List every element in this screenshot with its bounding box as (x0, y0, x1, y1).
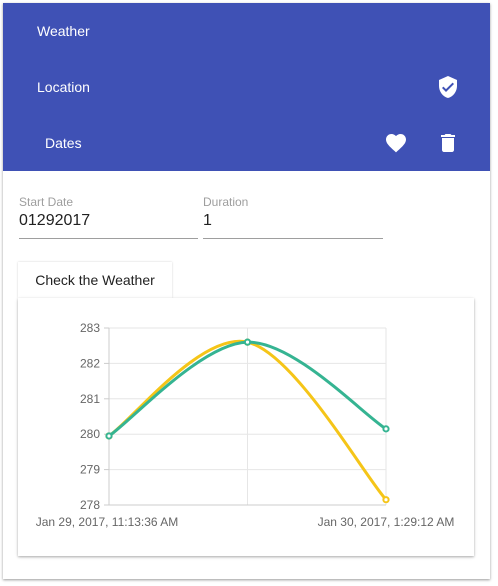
x-tick-label: Jan 29, 2017, 11:13:36 AM (36, 515, 179, 529)
y-tick-label: 283 (80, 321, 100, 335)
start-date-underline (19, 238, 198, 239)
nav-item-location[interactable]: Location (3, 59, 490, 115)
y-tick-label: 280 (80, 427, 100, 441)
series-1-point (382, 496, 390, 504)
nav-item-dates-label: Dates (45, 135, 82, 151)
x-tick-label: Jan 30, 2017, 1:29:12 AM (318, 515, 455, 529)
series-2-point (382, 425, 390, 433)
nav-item-location-label: Location (37, 79, 90, 95)
weather-line-chart: 278 279 280 281 282 283 Jan 29, 2017, 11:13:36… (36, 321, 455, 529)
nav-item-dates[interactable]: Dates (3, 115, 490, 171)
series-2-point (243, 338, 252, 346)
check-weather-button[interactable]: Check the Weather (18, 262, 172, 298)
duration-label: Duration (203, 195, 249, 209)
y-tick-label: 281 (80, 392, 100, 406)
duration-underline (203, 238, 383, 239)
nav-item-weather-label: Weather (37, 23, 90, 39)
nav-panel: Weather Location Dates (3, 3, 490, 171)
y-tick-label: 279 (80, 463, 100, 477)
chart-panel: 278 279 280 281 282 283 Jan 29, 2017, 11:13:36… (18, 298, 474, 556)
weather-card: Weather Location Dates Start Date 012920… (3, 3, 490, 579)
start-date-input[interactable]: 01292017 (19, 212, 90, 230)
series-2-point (105, 432, 113, 440)
verified-shield-icon[interactable] (436, 75, 460, 99)
start-date-label: Start Date (19, 195, 74, 209)
heart-icon[interactable] (384, 131, 408, 155)
trash-icon[interactable] (436, 131, 460, 155)
y-tick-label: 282 (80, 356, 100, 370)
nav-item-weather[interactable]: Weather (3, 3, 490, 59)
duration-input[interactable]: 1 (203, 212, 212, 230)
y-tick-label: 278 (80, 498, 100, 512)
